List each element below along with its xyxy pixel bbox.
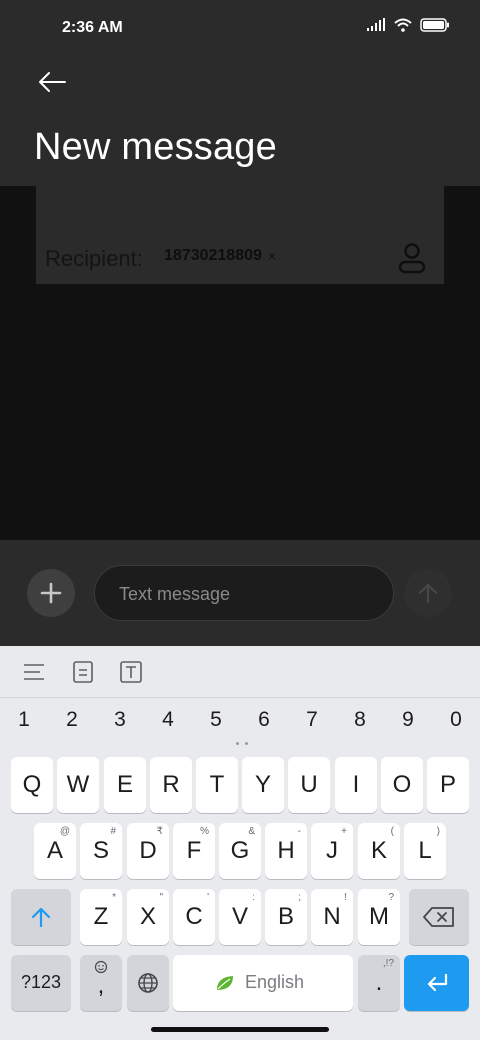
key-t[interactable]: T <box>196 757 238 813</box>
compose-bar: Text message <box>0 540 480 646</box>
key-9[interactable]: 9 <box>390 708 426 732</box>
key-f[interactable]: % F <box>173 823 215 879</box>
app-header: New message <box>0 56 480 186</box>
key-l[interactable]: ) L <box>404 823 446 879</box>
key-2[interactable]: 2 <box>54 708 90 732</box>
status-time: 2:36 AM <box>62 19 123 36</box>
key-j[interactable]: + J <box>311 823 353 879</box>
key-5[interactable]: 5 <box>198 708 234 732</box>
key-q[interactable]: Q <box>11 757 53 813</box>
key-m[interactable]: ? M <box>358 889 400 945</box>
language-button[interactable] <box>127 955 169 1011</box>
message-input-placeholder: Text message <box>119 584 231 604</box>
period-button[interactable]: ,!? . <box>358 955 400 1011</box>
key-y[interactable]: Y <box>242 757 284 813</box>
key-0[interactable]: 0 <box>438 708 474 732</box>
number-row: 1 2 3 4 5 6 7 8 9 0 <box>0 708 480 738</box>
key-8[interactable]: 8 <box>342 708 378 732</box>
shift-arrow-icon <box>31 907 51 928</box>
home-indicator[interactable] <box>151 1027 329 1032</box>
enter-button[interactable] <box>404 955 469 1011</box>
recipient-field[interactable]: Recipient: 18730218809 × <box>36 186 444 284</box>
recipient-chip[interactable]: 18730218809 × <box>164 247 276 265</box>
status-bar: 2:36 AM <box>0 0 480 56</box>
page-dot <box>245 742 248 745</box>
menu-lines-icon[interactable] <box>22 660 46 684</box>
key-w[interactable]: W <box>57 757 99 813</box>
key-n[interactable]: ! N <box>311 889 353 945</box>
key-h[interactable]: -H <box>265 823 307 879</box>
send-button[interactable] <box>404 569 452 617</box>
key-z[interactable]: * Z <box>80 889 122 945</box>
send-arrow-icon <box>418 583 438 604</box>
text-format-icon[interactable] <box>119 660 143 684</box>
message-input[interactable]: Text message <box>94 565 394 621</box>
page-dot <box>236 742 239 745</box>
status-icons <box>366 18 450 32</box>
backspace-button[interactable] <box>409 889 469 945</box>
key-o[interactable]: O <box>381 757 423 813</box>
key-a[interactable]: @ A <box>34 823 76 879</box>
key-k[interactable]: (K <box>358 823 400 879</box>
keyboard: 1 2 3 4 5 6 7 8 9 0 Q W E R T Y U I O P … <box>0 646 480 1040</box>
key-d[interactable]: ₹ D <box>127 823 169 879</box>
key-u[interactable]: U <box>288 757 330 813</box>
remove-recipient-icon[interactable]: × <box>268 248 276 264</box>
key-x[interactable]: " X <box>127 889 169 945</box>
key-p[interactable]: P <box>427 757 469 813</box>
keyboard-toolbar <box>0 646 480 698</box>
emoji-comma-button[interactable]: , <box>80 955 122 1011</box>
leaf-icon <box>217 976 233 990</box>
key-e[interactable]: E <box>104 757 146 813</box>
key-4[interactable]: 4 <box>150 708 186 732</box>
key-i[interactable]: I <box>335 757 377 813</box>
message-area <box>0 284 480 540</box>
wifi-icon <box>394 18 412 32</box>
recipient-label: Recipient: <box>45 246 143 271</box>
key-6[interactable]: 6 <box>246 708 282 732</box>
key-g[interactable]: & G <box>219 823 261 879</box>
back-button[interactable] <box>34 64 70 100</box>
space-bar[interactable]: English <box>173 955 353 1011</box>
enter-arrow-icon <box>427 973 448 992</box>
page-title: New message <box>34 126 277 168</box>
key-b[interactable]: ; B <box>265 889 307 945</box>
clipboard-icon[interactable] <box>71 660 95 684</box>
key-7[interactable]: 7 <box>294 708 330 732</box>
key-v[interactable]: :V <box>219 889 261 945</box>
back-arrow-icon <box>39 72 66 92</box>
key-s[interactable]: # S <box>80 823 122 879</box>
globe-icon <box>138 973 158 993</box>
contact-picker-icon[interactable] <box>394 240 430 276</box>
key-r[interactable]: R <box>150 757 192 813</box>
key-3[interactable]: 3 <box>102 708 138 732</box>
signal-icon <box>367 18 385 31</box>
shift-button[interactable] <box>11 889 71 945</box>
battery-icon <box>420 18 449 32</box>
key-1[interactable]: 1 <box>6 708 42 732</box>
recipient-number: 18730218809 <box>164 247 262 264</box>
page-dots <box>236 742 248 745</box>
plus-icon <box>40 582 62 604</box>
add-attachment-button[interactable] <box>27 569 75 617</box>
backspace-icon <box>423 907 454 927</box>
key-c[interactable]: ' C <box>173 889 215 945</box>
symbols-button[interactable]: ?123 <box>11 955 71 1011</box>
